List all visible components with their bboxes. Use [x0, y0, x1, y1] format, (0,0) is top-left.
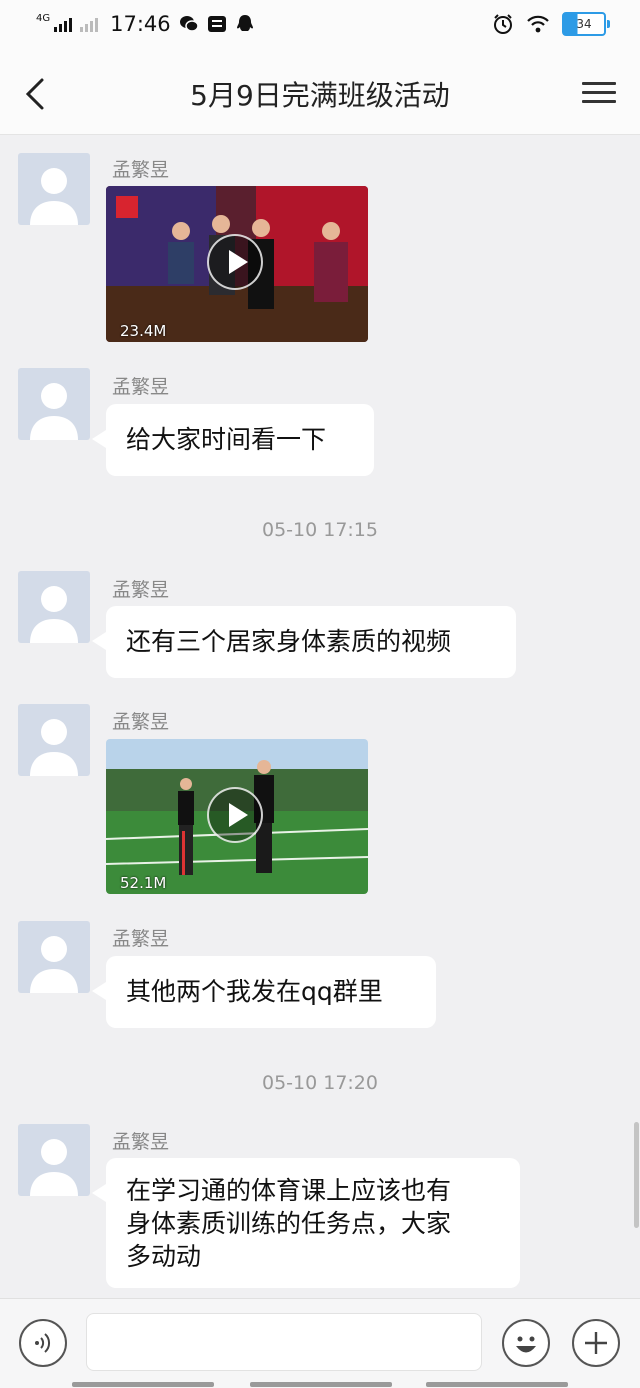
emoji-icon [516, 1336, 536, 1353]
emoji-button[interactable] [502, 1319, 550, 1367]
chat-title: 5月9日完满班级活动 [190, 79, 450, 112]
message-item: 孟繁昱 在学习通的体育课上应该也有 身体素质训练的任务点，大家 多动动 [0, 1124, 640, 1294]
app-notification-icon [207, 16, 226, 32]
video-message[interactable]: 52.1M [106, 739, 368, 894]
message-bubble[interactable]: 其他两个我发在qq群里 [92, 956, 436, 1028]
sender-name: 孟繁昱 [112, 579, 170, 601]
sender-name: 孟繁昱 [112, 711, 170, 733]
message-item: 孟繁昱 还有三个居家身体素质的视频 [0, 571, 640, 681]
signal-icon [54, 16, 73, 32]
input-bar [0, 1298, 640, 1388]
avatar[interactable] [18, 153, 90, 225]
sender-name: 孟繁昱 [112, 376, 170, 398]
more-button[interactable] [572, 1319, 620, 1367]
message-item: 孟繁昱 52.1M [0, 704, 640, 894]
nav-bar-segment [72, 1382, 214, 1387]
status-time: 17:46 [110, 12, 171, 36]
message-item: 孟繁昱 其他两个我发在qq群里 [0, 921, 640, 1031]
avatar[interactable] [18, 921, 90, 993]
chat-header: 5月9日完满班级活动 [0, 52, 640, 135]
video-size: 52.1M [120, 874, 167, 892]
avatar[interactable] [18, 704, 90, 776]
message-line: 身体素质训练的任务点，大家 [126, 1209, 452, 1238]
voice-icon [35, 1333, 51, 1353]
qq-icon [236, 15, 253, 31]
status-bar: 4G 17:46 34 [0, 0, 640, 52]
nav-bar-segment [426, 1382, 568, 1387]
voice-button[interactable] [19, 1319, 67, 1367]
message-line: 多动动 [126, 1242, 202, 1271]
user-placeholder-icon [30, 586, 78, 643]
alarm-icon [494, 14, 512, 34]
user-placeholder-icon [30, 1139, 78, 1196]
menu-icon[interactable] [582, 76, 616, 110]
video-size: 23.4M [120, 322, 167, 340]
user-placeholder-icon [30, 168, 78, 225]
battery-icon: 34 [562, 12, 610, 36]
timestamp: 05-10 17:20 [261, 1072, 378, 1094]
video-message[interactable]: 23.4M [106, 186, 368, 342]
play-icon[interactable] [207, 787, 263, 843]
message-input[interactable] [86, 1313, 482, 1371]
plus-icon [585, 1332, 607, 1354]
message-item: 孟繁昱 23.4M [0, 153, 640, 343]
avatar[interactable] [18, 368, 90, 440]
message-bubble[interactable]: 在学习通的体育课上应该也有 身体素质训练的任务点，大家 多动动 [92, 1158, 520, 1288]
user-placeholder-icon [30, 936, 78, 993]
nav-bar-segment [250, 1382, 392, 1387]
sender-name: 孟繁昱 [112, 1131, 170, 1153]
chat-area[interactable]: 孟繁昱 23.4M 孟繁昱 给大家时间看一下 05-10 17:15 孟繁昱 还… [0, 135, 640, 1298]
signal-2-icon [80, 16, 99, 32]
message-bubble[interactable]: 还有三个居家身体素质的视频 [92, 606, 516, 678]
scrollbar[interactable] [634, 1122, 639, 1228]
sender-name: 孟繁昱 [112, 159, 170, 181]
user-placeholder-icon [30, 383, 78, 440]
wechat-icon [179, 16, 199, 32]
message-item: 孟繁昱 给大家时间看一下 [0, 368, 640, 478]
play-icon[interactable] [207, 234, 263, 290]
timestamp: 05-10 17:15 [261, 519, 378, 541]
avatar[interactable] [18, 1124, 90, 1196]
message-bubble[interactable]: 给大家时间看一下 [92, 404, 374, 476]
wifi-icon [527, 15, 549, 33]
user-placeholder-icon [30, 719, 78, 776]
network-type: 4G [36, 12, 51, 24]
sender-name: 孟繁昱 [112, 928, 170, 950]
avatar[interactable] [18, 571, 90, 643]
message-line: 在学习通的体育课上应该也有 [126, 1176, 452, 1205]
